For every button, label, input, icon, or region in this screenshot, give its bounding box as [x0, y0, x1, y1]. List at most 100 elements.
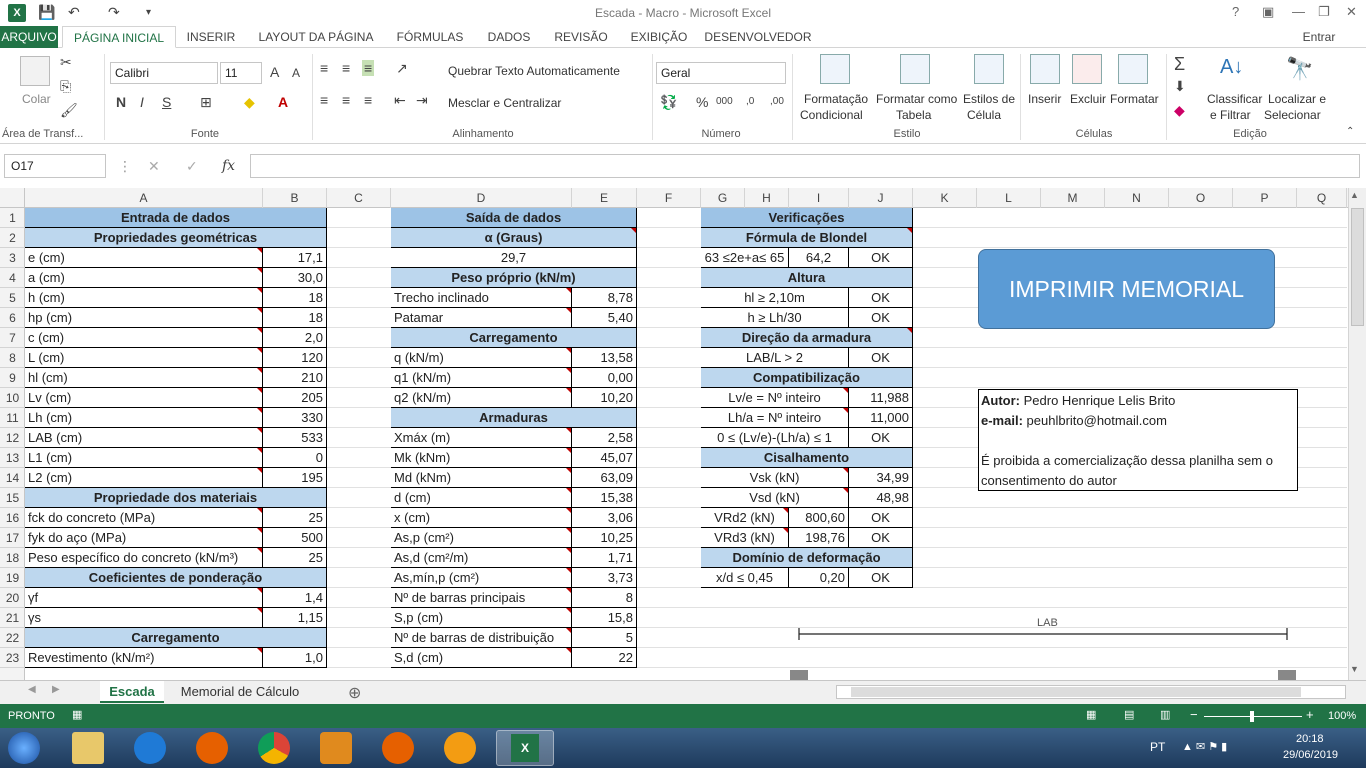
format-painter-icon[interactable]: 🖌	[60, 102, 78, 119]
output-value[interactable]: 1,71	[572, 548, 637, 568]
start-button-icon[interactable]	[8, 732, 40, 764]
thousands-icon[interactable]: 000	[716, 96, 733, 107]
bold-button[interactable]: N	[116, 94, 126, 110]
input-label[interactable]: hl (cm)	[25, 368, 263, 388]
output-label[interactable]: q2 (kN/m)	[391, 388, 572, 408]
fill-icon[interactable]: ⬇	[1174, 78, 1186, 95]
language-indicator[interactable]: PT	[1150, 740, 1165, 754]
output-value[interactable]: 29,7	[391, 248, 637, 268]
output-value[interactable]: 22	[572, 648, 637, 668]
format-cells-button[interactable]: Formatar	[1110, 92, 1159, 106]
borders-icon[interactable]: ⊞	[200, 94, 212, 111]
check-label[interactable]: hl ≥ 2,10m	[701, 288, 849, 308]
find-select-icon[interactable]: 🔭	[1286, 56, 1313, 82]
input-label[interactable]: LAB (cm)	[25, 428, 263, 448]
format-table-label-2[interactable]: Tabela	[896, 108, 931, 122]
insert-function-button[interactable]: fx	[222, 158, 235, 174]
scroll-down-icon[interactable]: ▼	[1350, 664, 1359, 674]
tab-insert[interactable]: INSERIR	[180, 26, 242, 48]
check-label[interactable]: x/d ≤ 0,45	[701, 568, 789, 588]
check-label[interactable]: h ≥ Lh/30	[701, 308, 849, 328]
column-header[interactable]: B	[263, 188, 327, 208]
tab-developer[interactable]: DESENVOLVEDOR	[702, 26, 814, 48]
column-header[interactable]: A	[25, 188, 263, 208]
input-label[interactable]: Lh (cm)	[25, 408, 263, 428]
minimize-icon[interactable]: —	[1292, 4, 1305, 19]
check-status[interactable]: OK	[849, 308, 913, 328]
section-header[interactable]: Fórmula de Blondel	[701, 228, 913, 248]
next-sheet-icon[interactable]: ▶	[52, 684, 60, 695]
output-value[interactable]: 2,58	[572, 428, 637, 448]
sort-filter-label-1[interactable]: Classificar	[1207, 92, 1262, 106]
row-header[interactable]: 7	[0, 328, 25, 348]
section-header[interactable]: Propriedade dos materiais	[25, 488, 327, 508]
input-value[interactable]: 210	[263, 368, 327, 388]
sheet-tab-escada[interactable]: Escada	[100, 681, 164, 703]
section-header[interactable]: Coeficientes de ponderação	[25, 568, 327, 588]
find-select-label-1[interactable]: Localizar e	[1268, 92, 1326, 106]
output-label[interactable]: q (kN/m)	[391, 348, 572, 368]
input-value[interactable]: 1,0	[263, 648, 327, 668]
input-value[interactable]: 0	[263, 448, 327, 468]
merge-center-button[interactable]: Mesclar e Centralizar	[448, 96, 561, 110]
section-header[interactable]: Direção da armadura	[701, 328, 913, 348]
conditional-format-label-1[interactable]: Formatação	[804, 92, 868, 106]
row-header[interactable]: 8	[0, 348, 25, 368]
check-label[interactable]: Lh/a = Nº inteiro	[701, 408, 849, 428]
input-value[interactable]: 205	[263, 388, 327, 408]
check-label[interactable]: VRd2 (kN)	[701, 508, 789, 528]
output-value[interactable]: 8,78	[572, 288, 637, 308]
check-status[interactable]: OK	[849, 508, 913, 528]
column-header[interactable]: E	[572, 188, 637, 208]
check-status[interactable]: OK	[849, 428, 913, 448]
input-value[interactable]: 18	[263, 288, 327, 308]
currency-icon[interactable]: 💱	[660, 94, 677, 111]
verif-header[interactable]: Verificações	[701, 208, 913, 228]
output-value[interactable]: 15,38	[572, 488, 637, 508]
output-label[interactable]: S,d (cm)	[391, 648, 572, 668]
input-label[interactable]: e (cm)	[25, 248, 263, 268]
check-label[interactable]: LAB/L > 2	[701, 348, 849, 368]
tab-review[interactable]: REVISÃO	[548, 26, 614, 48]
output-label[interactable]: As,p (cm²)	[391, 528, 572, 548]
page-break-view-icon[interactable]: ▥	[1160, 708, 1170, 721]
name-box[interactable]: O17	[4, 154, 106, 178]
check-value[interactable]: 64,2	[789, 248, 849, 268]
output-value[interactable]: 3,06	[572, 508, 637, 528]
percent-icon[interactable]: %	[696, 94, 708, 110]
row-header[interactable]: 5	[0, 288, 25, 308]
output-value[interactable]: 0,00	[572, 368, 637, 388]
section-header[interactable]: α (Graus)	[391, 228, 637, 248]
orientation-icon[interactable]: ↗	[396, 60, 408, 77]
enter-icon[interactable]: ✓	[186, 158, 198, 175]
firefox-2-icon[interactable]	[382, 732, 414, 764]
check-value[interactable]: 11,988	[849, 388, 913, 408]
output-label[interactable]: Trecho inclinado	[391, 288, 572, 308]
section-header[interactable]: Cisalhamento	[701, 448, 913, 468]
align-bottom-icon[interactable]: ≡	[362, 60, 375, 76]
input-value[interactable]: 1,15	[263, 608, 327, 628]
tab-formulas[interactable]: FÓRMULAS	[390, 26, 470, 48]
output-value[interactable]: 8	[572, 588, 637, 608]
column-header[interactable]: D	[391, 188, 572, 208]
input-value[interactable]: 120	[263, 348, 327, 368]
check-value[interactable]: 0,20	[789, 568, 849, 588]
font-size-select[interactable]: 11	[220, 62, 262, 84]
row-header[interactable]: 10	[0, 388, 25, 408]
delete-cells-icon[interactable]	[1072, 54, 1102, 84]
section-header[interactable]: Compatibilização	[701, 368, 913, 388]
zoom-out-icon[interactable]: −	[1190, 707, 1198, 722]
clock-date[interactable]: 29/06/2019	[1283, 749, 1338, 761]
input-label[interactable]: hp (cm)	[25, 308, 263, 328]
section-header[interactable]: Altura	[701, 268, 913, 288]
increase-indent-icon[interactable]: ⇥	[416, 92, 428, 109]
increase-decimal-icon[interactable]: ,0	[746, 96, 754, 107]
input-value[interactable]: 2,0	[263, 328, 327, 348]
cell-styles-label-2[interactable]: Célula	[967, 108, 1001, 122]
row-header[interactable]: 12	[0, 428, 25, 448]
tab-file[interactable]: ARQUIVO	[0, 26, 58, 48]
check-status[interactable]: OK	[849, 288, 913, 308]
conditional-format-label-2[interactable]: Condicional	[800, 108, 863, 122]
input-value[interactable]: 17,1	[263, 248, 327, 268]
tab-page-layout[interactable]: LAYOUT DA PÁGINA	[250, 26, 382, 48]
